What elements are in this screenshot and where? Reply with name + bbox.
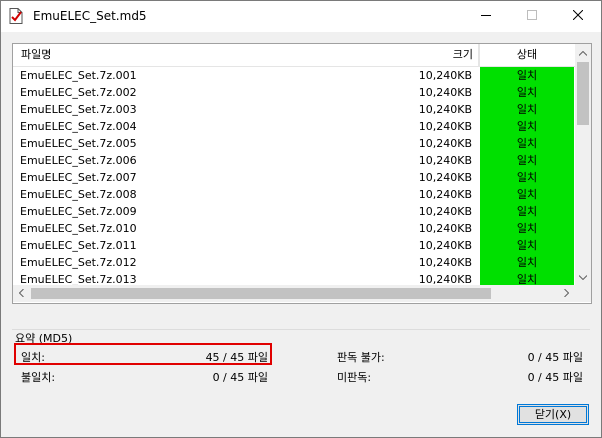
list-item[interactable]: EmuELEC_Set.7z.005 10,240KB 일치 xyxy=(13,135,575,152)
match-status: 일치 xyxy=(480,169,574,186)
match-status: 일치 xyxy=(480,135,574,152)
list-item[interactable]: EmuELEC_Set.7z.004 10,240KB 일치 xyxy=(13,118,575,135)
close-icon xyxy=(572,9,584,23)
column-header-size[interactable]: 크기 xyxy=(403,44,473,66)
match-status: 일치 xyxy=(480,152,574,169)
scroll-up-button[interactable] xyxy=(575,44,591,61)
file-name: EmuELEC_Set.7z.001 xyxy=(20,69,137,82)
list-item[interactable]: EmuELEC_Set.7z.001 10,240KB 일치 xyxy=(13,67,575,84)
match-value: 45 / 45 파일 xyxy=(205,351,268,364)
scroll-corner xyxy=(575,285,591,302)
list-item[interactable]: EmuELEC_Set.7z.002 10,240KB 일치 xyxy=(13,84,575,101)
list-item[interactable]: EmuELEC_Set.7z.007 10,240KB 일치 xyxy=(13,169,575,186)
minimize-icon xyxy=(481,10,491,23)
undeterminable-value: 0 / 45 파일 xyxy=(527,351,583,364)
match-status: 일치 xyxy=(480,220,574,237)
scroll-right-button[interactable] xyxy=(558,285,575,302)
checklist-document-icon xyxy=(9,8,23,24)
match-status: 일치 xyxy=(480,67,574,84)
file-size: 10,240KB xyxy=(418,239,472,252)
maximize-button xyxy=(509,1,555,32)
scroll-down-button[interactable] xyxy=(575,268,591,285)
file-size: 10,240KB xyxy=(418,103,472,116)
file-name: EmuELEC_Set.7z.011 xyxy=(20,239,137,252)
unchecked-value: 0 / 45 파일 xyxy=(527,371,583,384)
file-size: 10,240KB xyxy=(418,205,472,218)
match-status: 일치 xyxy=(480,118,574,135)
scroll-left-button[interactable] xyxy=(13,285,30,302)
file-size: 10,240KB xyxy=(418,256,472,269)
file-name: EmuELEC_Set.7z.007 xyxy=(20,171,137,184)
mismatch-label: 불일치: xyxy=(21,371,56,384)
list-item[interactable]: EmuELEC_Set.7z.012 10,240KB 일치 xyxy=(13,254,575,271)
file-name: EmuELEC_Set.7z.005 xyxy=(20,137,137,150)
column-header-name[interactable]: 파일명 xyxy=(21,44,51,66)
file-size: 10,240KB xyxy=(418,222,472,235)
list-item[interactable]: EmuELEC_Set.7z.008 10,240KB 일치 xyxy=(13,186,575,203)
file-list[interactable]: 파일명 크기 상태 EmuELEC_Set.7z.001 10,240KB 일치 Em… xyxy=(12,43,592,304)
mismatch-value: 0 / 45 파일 xyxy=(212,371,268,384)
match-label: 일치: xyxy=(21,351,45,364)
file-name: EmuELEC_Set.7z.009 xyxy=(20,205,137,218)
file-name: EmuELEC_Set.7z.010 xyxy=(20,222,137,235)
minimize-button[interactable] xyxy=(463,1,509,32)
close-window-button[interactable] xyxy=(555,1,601,32)
list-item[interactable]: EmuELEC_Set.7z.009 10,240KB 일치 xyxy=(13,203,575,220)
list-item[interactable]: EmuELEC_Set.7z.011 10,240KB 일치 xyxy=(13,237,575,254)
list-item[interactable]: EmuELEC_Set.7z.003 10,240KB 일치 xyxy=(13,101,575,118)
vertical-scroll-thumb[interactable] xyxy=(577,62,589,125)
file-name: EmuELEC_Set.7z.004 xyxy=(20,120,137,133)
match-status: 일치 xyxy=(480,237,574,254)
file-name: EmuELEC_Set.7z.003 xyxy=(20,103,137,116)
list-rows: EmuELEC_Set.7z.001 10,240KB 일치 EmuELEC_Set.… xyxy=(13,67,575,301)
chevron-right-icon xyxy=(564,287,570,300)
title-bar[interactable]: EmuELEC_Set.md5 xyxy=(1,1,601,32)
file-size: 10,240KB xyxy=(418,137,472,150)
list-item[interactable]: EmuELEC_Set.7z.010 10,240KB 일치 xyxy=(13,220,575,237)
horizontal-scrollbar[interactable] xyxy=(13,285,575,302)
file-size: 10,240KB xyxy=(418,86,472,99)
file-size: 10,240KB xyxy=(418,120,472,133)
column-header-status[interactable]: 상태 xyxy=(479,44,574,66)
file-size: 10,240KB xyxy=(418,171,472,184)
close-button-label: 닫기(X) xyxy=(534,408,572,421)
file-name: EmuELEC_Set.7z.012 xyxy=(20,256,137,269)
file-size: 10,240KB xyxy=(418,154,472,167)
chevron-down-icon xyxy=(578,270,588,283)
match-status: 일치 xyxy=(480,254,574,271)
chevron-up-icon xyxy=(578,46,588,59)
file-name: EmuELEC_Set.7z.006 xyxy=(20,154,137,167)
file-size: 10,240KB xyxy=(418,69,472,82)
horizontal-scroll-thumb[interactable] xyxy=(31,288,491,299)
match-status: 일치 xyxy=(480,186,574,203)
match-status: 일치 xyxy=(480,84,574,101)
file-name: EmuELEC_Set.7z.008 xyxy=(20,188,137,201)
undeterminable-label: 판독 불가: xyxy=(337,351,385,364)
list-item[interactable]: EmuELEC_Set.7z.006 10,240KB 일치 xyxy=(13,152,575,169)
close-button[interactable]: 닫기(X) xyxy=(517,404,589,425)
chevron-left-icon xyxy=(18,287,24,300)
file-size: 10,240KB xyxy=(418,188,472,201)
window-title: EmuELEC_Set.md5 xyxy=(33,9,147,23)
match-status: 일치 xyxy=(480,101,574,118)
md5-check-window: EmuELEC_Set.md5 파일명 크기 상태 EmuELEC_Set.7z… xyxy=(0,0,602,438)
maximize-icon xyxy=(527,10,537,23)
vertical-scrollbar[interactable] xyxy=(575,44,591,285)
unchecked-label: 미판독: xyxy=(337,371,372,384)
file-name: EmuELEC_Set.7z.002 xyxy=(20,86,137,99)
match-status: 일치 xyxy=(480,203,574,220)
list-header: 파일명 크기 상태 xyxy=(13,44,575,67)
